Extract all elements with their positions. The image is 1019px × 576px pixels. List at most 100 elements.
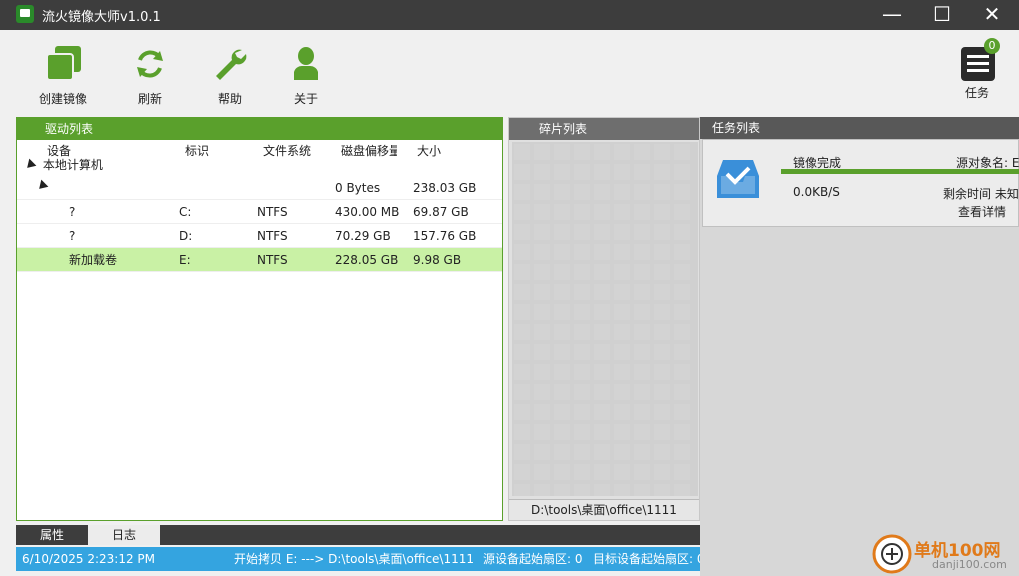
cell-size: 238.03 GB (413, 181, 477, 195)
fragment-cell (514, 144, 530, 160)
fragment-cell (614, 184, 630, 200)
fragment-cell (514, 424, 530, 440)
fragment-cell (614, 284, 630, 300)
tab-properties[interactable]: 属性 (16, 525, 88, 545)
task-button[interactable]: 0 任务 (952, 38, 1002, 101)
refresh-button[interactable]: 刷新 (120, 42, 180, 107)
fragment-cell (654, 304, 670, 320)
fragment-cell (554, 424, 570, 440)
task-list-title: 任务列表 (700, 117, 1019, 139)
cell-offset: 228.05 GB (335, 253, 399, 267)
task-card[interactable]: 镜像完成 源对象名: E: 0.0KB/S 剩余时间 未知 查看详情 (702, 139, 1019, 227)
col-header-offset[interactable]: 磁盘偏移量 (341, 142, 397, 159)
fragment-cell (594, 384, 610, 400)
fragment-cell (614, 404, 630, 420)
col-header-id[interactable]: 标识 (185, 142, 209, 159)
fragment-cell (574, 184, 590, 200)
fragment-cell (534, 344, 550, 360)
fragment-cell (514, 324, 530, 340)
watermark-url: danji100.com (932, 558, 1007, 571)
fragment-cell (594, 324, 610, 340)
bottom-tab-bar: 属性 日志 (16, 525, 700, 545)
about-button[interactable]: 关于 (276, 42, 336, 107)
status-message: 开始拷贝 E: ---> D:\tools\桌面\office\1111 (234, 552, 475, 566)
app-logo-icon (16, 5, 34, 23)
fragment-cell (514, 344, 530, 360)
cell-size: 157.76 GB (413, 229, 477, 243)
about-label: 关于 (293, 92, 318, 106)
fragment-cell (674, 384, 690, 400)
fragment-cell (614, 264, 630, 280)
fragment-cell (554, 364, 570, 380)
cell-fs: NTFS (257, 229, 288, 243)
fragment-cell (674, 424, 690, 440)
tab-log[interactable]: 日志 (88, 525, 160, 545)
col-header-size[interactable]: 大小 (417, 142, 441, 159)
fragment-cell (634, 304, 650, 320)
maximize-button[interactable]: ☐ (922, 0, 962, 30)
fragment-cell (534, 444, 550, 460)
fragment-cell (534, 384, 550, 400)
cell-offset: 70.29 GB (335, 229, 391, 243)
fragment-cell (654, 144, 670, 160)
status-dst-sector: 目标设备起始扇区: 0 (593, 552, 700, 566)
fragment-cell (574, 424, 590, 440)
table-row-selected[interactable]: 新加载卷 E: NTFS 228.05 GB 9.98 GB (17, 248, 502, 272)
fragment-cell (654, 184, 670, 200)
fragment-cell (594, 204, 610, 220)
fragment-cell (574, 444, 590, 460)
fragment-cell (514, 284, 530, 300)
minimize-button[interactable]: — (872, 0, 912, 30)
fragment-grid (512, 142, 698, 496)
fragment-cell (594, 404, 610, 420)
table-row[interactable]: ? D: NTFS 70.29 GB 157.76 GB (17, 224, 502, 248)
fragment-cell (554, 284, 570, 300)
fragment-cell (554, 244, 570, 260)
create-image-button[interactable]: 创建镜像 (33, 42, 93, 107)
fragment-cell (654, 464, 670, 480)
fragment-cell (614, 424, 630, 440)
fragment-path: D:\tools\桌面\office\1111 (509, 499, 699, 520)
fragment-cell (654, 164, 670, 180)
fragment-cell (614, 204, 630, 220)
refresh-label: 刷新 (137, 92, 162, 106)
fragment-cell (674, 184, 690, 200)
fragment-cell (674, 364, 690, 380)
fragment-cell (654, 444, 670, 460)
fragment-cell (534, 224, 550, 240)
fragment-cell (554, 384, 570, 400)
close-button[interactable]: ✕ (972, 0, 1012, 30)
fragment-cell (534, 364, 550, 380)
collapse-triangle-icon[interactable] (23, 158, 37, 172)
fragment-cell (594, 184, 610, 200)
fragment-cell (554, 144, 570, 160)
fragment-cell (554, 224, 570, 240)
fragment-cell (674, 404, 690, 420)
table-row[interactable]: 0 Bytes 238.03 GB (17, 176, 502, 200)
fragment-cell (654, 364, 670, 380)
cell-size: 9.98 GB (413, 253, 462, 267)
cell-id: D: (179, 229, 193, 243)
fragment-cell (634, 464, 650, 480)
col-header-filesystem[interactable]: 文件系统 (263, 142, 311, 159)
tree-root[interactable]: 本地计算机 (23, 156, 103, 173)
fragment-cell (554, 404, 570, 420)
fragment-cell (534, 184, 550, 200)
status-src-sector: 源设备起始扇区: 0 (483, 552, 583, 566)
fragment-cell (634, 344, 650, 360)
fragment-cell (674, 244, 690, 260)
fragment-cell (554, 344, 570, 360)
fragment-cell (594, 444, 610, 460)
fragment-cell (534, 424, 550, 440)
fragment-cell (574, 264, 590, 280)
task-details-link[interactable]: 查看详情 (958, 203, 1006, 220)
fragment-cell (654, 204, 670, 220)
fragment-cell (514, 184, 530, 200)
watermark-logo: 单机100网 danji100.com (872, 534, 1019, 576)
fragment-cell (534, 264, 550, 280)
table-row[interactable]: ? C: NTFS 430.00 MB 69.87 GB (17, 200, 502, 224)
fragment-cell (574, 484, 590, 496)
fragment-cell (674, 284, 690, 300)
help-button[interactable]: 帮助 (200, 42, 260, 107)
fragment-cell (534, 324, 550, 340)
